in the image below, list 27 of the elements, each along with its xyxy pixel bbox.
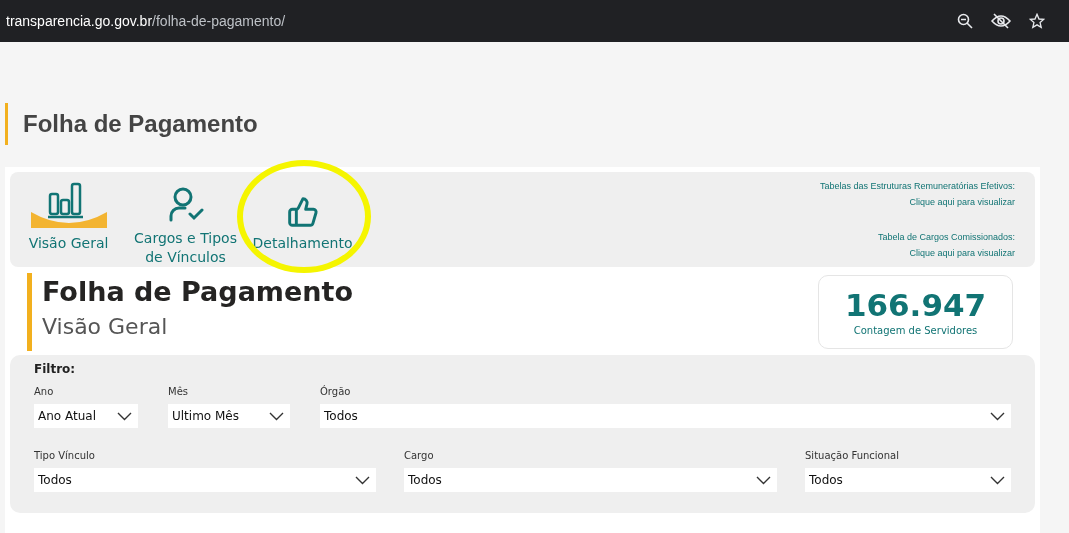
report-title: Folha de Pagamento: [42, 275, 353, 309]
url-text: transparencia.go.gov.br/folha-de-pagamento/: [6, 11, 287, 31]
page-title: Folha de Pagamento: [23, 109, 258, 139]
filter-label: Tipo Vínculo: [34, 449, 96, 463]
address-bar[interactable]: transparencia.go.gov.br/folha-de-pagamento/: [0, 0, 1069, 42]
view-link[interactable]: Clique aqui para visualizar: [909, 245, 1015, 261]
nav-tab[interactable]: Detalhamento: [244, 180, 361, 267]
filter-label: Mês: [168, 385, 189, 399]
link-caption: Tabelas das Estruturas Remuneratórias Efetivos:: [819, 180, 1015, 193]
dropdown[interactable]: Ano Atual: [34, 404, 138, 428]
view-link[interactable]: Clique aqui para visualizar: [909, 194, 1015, 210]
kpi-label: Contagem de Servidores: [853, 324, 978, 338]
filter-label: Situação Funcional: [805, 449, 900, 463]
filter-title: Filtro:: [34, 361, 77, 378]
dropdown[interactable]: Todos: [404, 468, 777, 492]
dropdown[interactable]: Todos: [320, 404, 1011, 428]
filter-label: Ano: [34, 385, 55, 399]
dropdown[interactable]: Todos: [805, 468, 1011, 492]
filter-label: Órgão: [320, 384, 352, 399]
nav-tab[interactable]: Cargos e Tipos de Vínculos: [127, 180, 244, 267]
dropdown[interactable]: Ultimo Mês: [168, 404, 290, 428]
nav-tab[interactable]: Visão Geral: [10, 180, 127, 267]
report-subtitle: Visão Geral: [42, 313, 169, 341]
kpi-value: 166.947: [844, 286, 987, 324]
filter-label: Cargo: [404, 449, 435, 463]
link-caption: Tabela de Cargos Comissionados:: [877, 231, 1015, 244]
dropdown[interactable]: Todos: [34, 468, 376, 492]
